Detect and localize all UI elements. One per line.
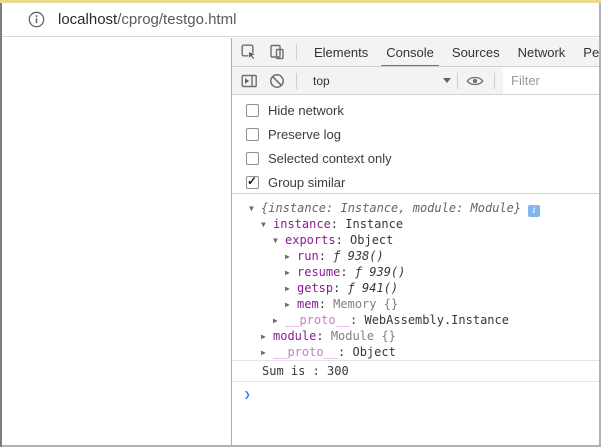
address-bar[interactable]: localhost/cprog/testgo.html xyxy=(2,3,599,37)
context-label: top xyxy=(313,74,330,88)
property-value: Module {} xyxy=(331,329,396,343)
checkbox-unchecked[interactable] xyxy=(246,152,259,165)
device-toolbar-icon[interactable] xyxy=(268,43,286,61)
tree-row-resume[interactable]: ▶resume: ƒ 939() xyxy=(232,264,599,280)
console-prompt[interactable]: ❯ xyxy=(232,382,599,401)
setting-group-similar[interactable]: Group similar xyxy=(246,170,599,194)
colon: : xyxy=(350,313,364,327)
triangle-collapsed-icon[interactable]: ▶ xyxy=(285,265,297,281)
browser-window: localhost/cprog/testgo.html Elements Con… xyxy=(0,0,601,447)
value-evaluated-info-icon[interactable]: i xyxy=(528,205,540,217)
devtools-panel: Elements Console Sources Network Perform… xyxy=(231,38,599,445)
tree-row-run[interactable]: ▶run: ƒ 938() xyxy=(232,248,599,264)
clear-console-icon[interactable] xyxy=(268,72,286,90)
colon: : xyxy=(340,265,354,279)
triangle-collapsed-icon[interactable]: ▶ xyxy=(285,281,297,297)
tree-row-proto-instance[interactable]: ▶__proto__: WebAssembly.Instance xyxy=(232,312,599,328)
console-messages: ▼{instance: Instance, module: Module}i ▼… xyxy=(232,194,599,401)
triangle-collapsed-icon[interactable]: ▶ xyxy=(273,313,285,329)
url-path: /cprog/testgo.html xyxy=(117,11,236,28)
property-name: module xyxy=(273,329,316,343)
toolbar-separator xyxy=(296,73,297,89)
property-name: __proto__ xyxy=(285,313,350,327)
property-name: instance xyxy=(273,217,331,231)
property-value: ƒ 941() xyxy=(348,281,399,295)
property-value: Object xyxy=(350,233,393,247)
property-value: WebAssembly.Instance xyxy=(364,313,509,327)
execution-context-selector[interactable]: top xyxy=(305,74,457,88)
setting-preserve-log[interactable]: Preserve log xyxy=(246,122,599,146)
tab-network[interactable]: Network xyxy=(509,38,575,67)
colon: : xyxy=(319,297,333,311)
property-value: Memory {} xyxy=(333,297,398,311)
console-settings: Hide network Preserve log Selected conte… xyxy=(232,95,599,194)
colon: : xyxy=(333,281,347,295)
property-value: ƒ 939() xyxy=(355,265,406,279)
setting-selected-context-only[interactable]: Selected context only xyxy=(246,146,599,170)
setting-hide-network[interactable]: Hide network xyxy=(246,98,599,122)
tree-row-instance[interactable]: ▼instance: Instance xyxy=(232,216,599,232)
triangle-collapsed-icon[interactable]: ▶ xyxy=(261,329,273,345)
property-name: __proto__ xyxy=(273,345,338,359)
colon: : xyxy=(336,233,350,247)
tab-elements[interactable]: Elements xyxy=(305,38,377,67)
setting-label: Selected context only xyxy=(268,151,392,166)
tree-row-module[interactable]: ▶module: Module {} xyxy=(232,328,599,344)
tab-sources[interactable]: Sources xyxy=(443,38,509,67)
toolbar-separator xyxy=(494,73,495,89)
tabbar-separator xyxy=(296,44,297,60)
triangle-collapsed-icon[interactable]: ▶ xyxy=(285,249,297,265)
log-text: Sum is : 300 xyxy=(262,364,349,378)
url-text[interactable]: localhost/cprog/testgo.html xyxy=(58,11,236,28)
property-name: getsp xyxy=(297,281,333,295)
triangle-expanded-icon[interactable]: ▼ xyxy=(273,233,285,249)
chevron-down-icon xyxy=(443,78,451,83)
info-icon[interactable] xyxy=(28,11,45,28)
devtools-tabbar: Elements Console Sources Network Perform… xyxy=(232,38,599,67)
setting-label: Hide network xyxy=(268,103,344,118)
setting-label: Preserve log xyxy=(268,127,341,142)
triangle-collapsed-icon[interactable]: ▶ xyxy=(285,297,297,313)
colon: : xyxy=(316,329,330,343)
checkbox-unchecked[interactable] xyxy=(246,128,259,141)
tree-row-exports[interactable]: ▼exports: Object xyxy=(232,232,599,248)
toolbar-separator xyxy=(457,73,458,89)
inspect-element-icon[interactable] xyxy=(240,43,258,61)
tree-row-proto-object[interactable]: ▶__proto__: Object xyxy=(232,344,599,360)
tree-row-object-preview[interactable]: ▼{instance: Instance, module: Module} i xyxy=(232,200,599,216)
filter-input[interactable] xyxy=(503,67,599,94)
property-value: ƒ 938() xyxy=(333,249,384,263)
page-viewport xyxy=(2,38,231,445)
prompt-chevron-icon: ❯ xyxy=(244,388,251,401)
setting-label: Group similar xyxy=(268,175,345,190)
colon: : xyxy=(338,345,352,359)
checkbox-unchecked[interactable] xyxy=(246,104,259,117)
url-host: localhost xyxy=(58,11,117,28)
tree-row-getsp[interactable]: ▶getsp: ƒ 941() xyxy=(232,280,599,296)
triangle-expanded-icon[interactable]: ▼ xyxy=(261,217,273,233)
property-name: resume xyxy=(297,265,340,279)
property-value: Object xyxy=(352,345,395,359)
property-value: Instance xyxy=(345,217,403,231)
colon: : xyxy=(319,249,333,263)
object-log-message: ▼{instance: Instance, module: Module}i ▼… xyxy=(232,194,599,361)
tree-row-mem[interactable]: ▶mem: Memory {} xyxy=(232,296,599,312)
show-console-sidebar-icon[interactable] xyxy=(240,72,258,90)
property-name: exports xyxy=(285,233,336,247)
tab-console[interactable]: Console xyxy=(377,38,443,67)
console-toolbar: top xyxy=(232,67,599,95)
tab-performance[interactable]: Performance xyxy=(574,38,599,67)
triangle-collapsed-icon[interactable]: ▶ xyxy=(261,345,273,361)
triangle-expanded-icon[interactable]: ▼ xyxy=(249,201,261,217)
property-name: run xyxy=(297,249,319,263)
property-name: mem xyxy=(297,297,319,311)
checkbox-checked[interactable] xyxy=(246,176,259,189)
live-expression-eye-icon[interactable] xyxy=(466,72,484,90)
object-preview: {instance: Instance, module: Module} xyxy=(261,201,521,215)
log-message-sum: Sum is : 300 xyxy=(232,361,599,382)
colon: : xyxy=(331,217,345,231)
